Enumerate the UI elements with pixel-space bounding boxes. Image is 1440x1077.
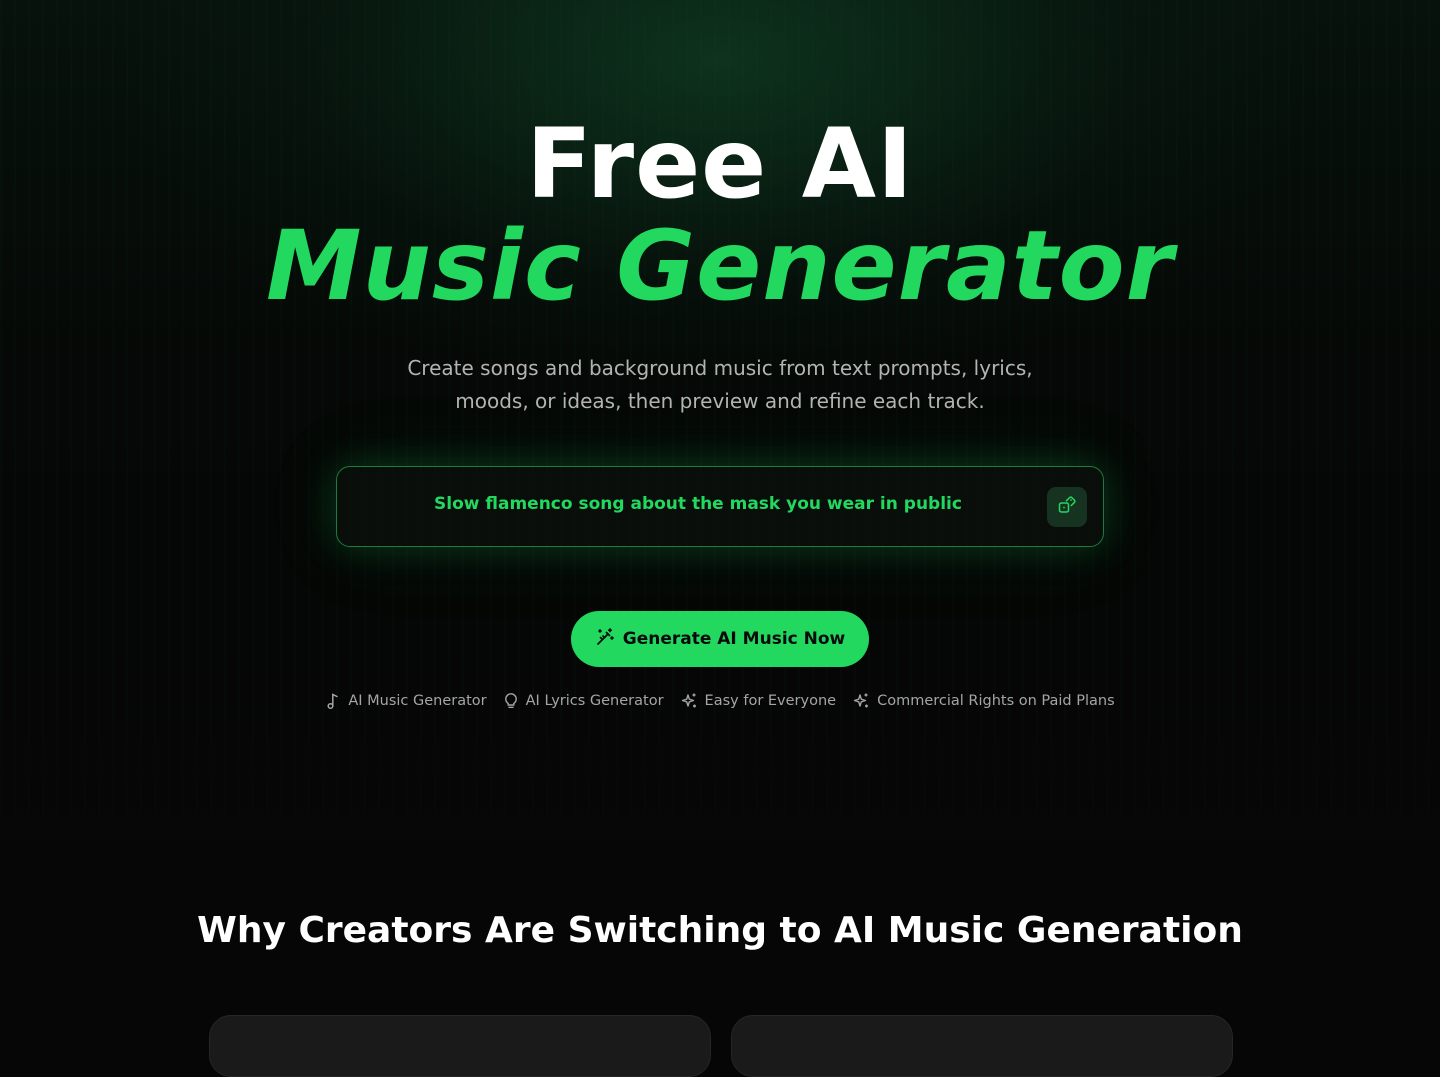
feature-label: AI Lyrics Generator [525,693,664,709]
lightbulb-icon [503,692,519,710]
music-note-icon [325,692,341,710]
prompt-box[interactable]: Slow flamenco song about the mask you we… [336,466,1104,547]
feature-label: AI Music Generator [348,693,487,709]
generate-music-button[interactable]: Generate AI Music Now [571,611,869,667]
sparkles-icon [852,692,870,710]
hero-title-line1: Free AI [526,108,914,220]
feature-easy-for-everyone: Easy for Everyone [680,690,837,712]
why-section-title: Why Creators Are Switching to AI Music G… [197,910,1243,951]
hero-title-line2: Music Generator [266,210,1174,322]
random-prompt-button[interactable] [1047,487,1087,527]
sparkles-icon [680,692,698,710]
feature-ai-music-generator: AI Music Generator [325,690,487,712]
magic-wand-icon [595,627,615,652]
feature-ai-lyrics-generator: AI Lyrics Generator [503,690,664,712]
prompt-text[interactable]: Slow flamenco song about the mask you we… [337,492,1059,516]
generate-button-label: Generate AI Music Now [622,629,846,649]
dice-icon [1057,495,1077,519]
why-card [731,1015,1233,1077]
why-card [209,1015,711,1077]
feature-label: Commercial Rights on Paid Plans [877,693,1115,709]
feature-label: Easy for Everyone [704,693,837,709]
feature-list: AI Music Generator AI Lyrics Generator E… [0,690,1440,712]
feature-commercial-rights: Commercial Rights on Paid Plans [852,690,1115,712]
hero-fade [0,700,1440,840]
hero-subtitle: Create songs and background music from t… [407,356,1033,413]
